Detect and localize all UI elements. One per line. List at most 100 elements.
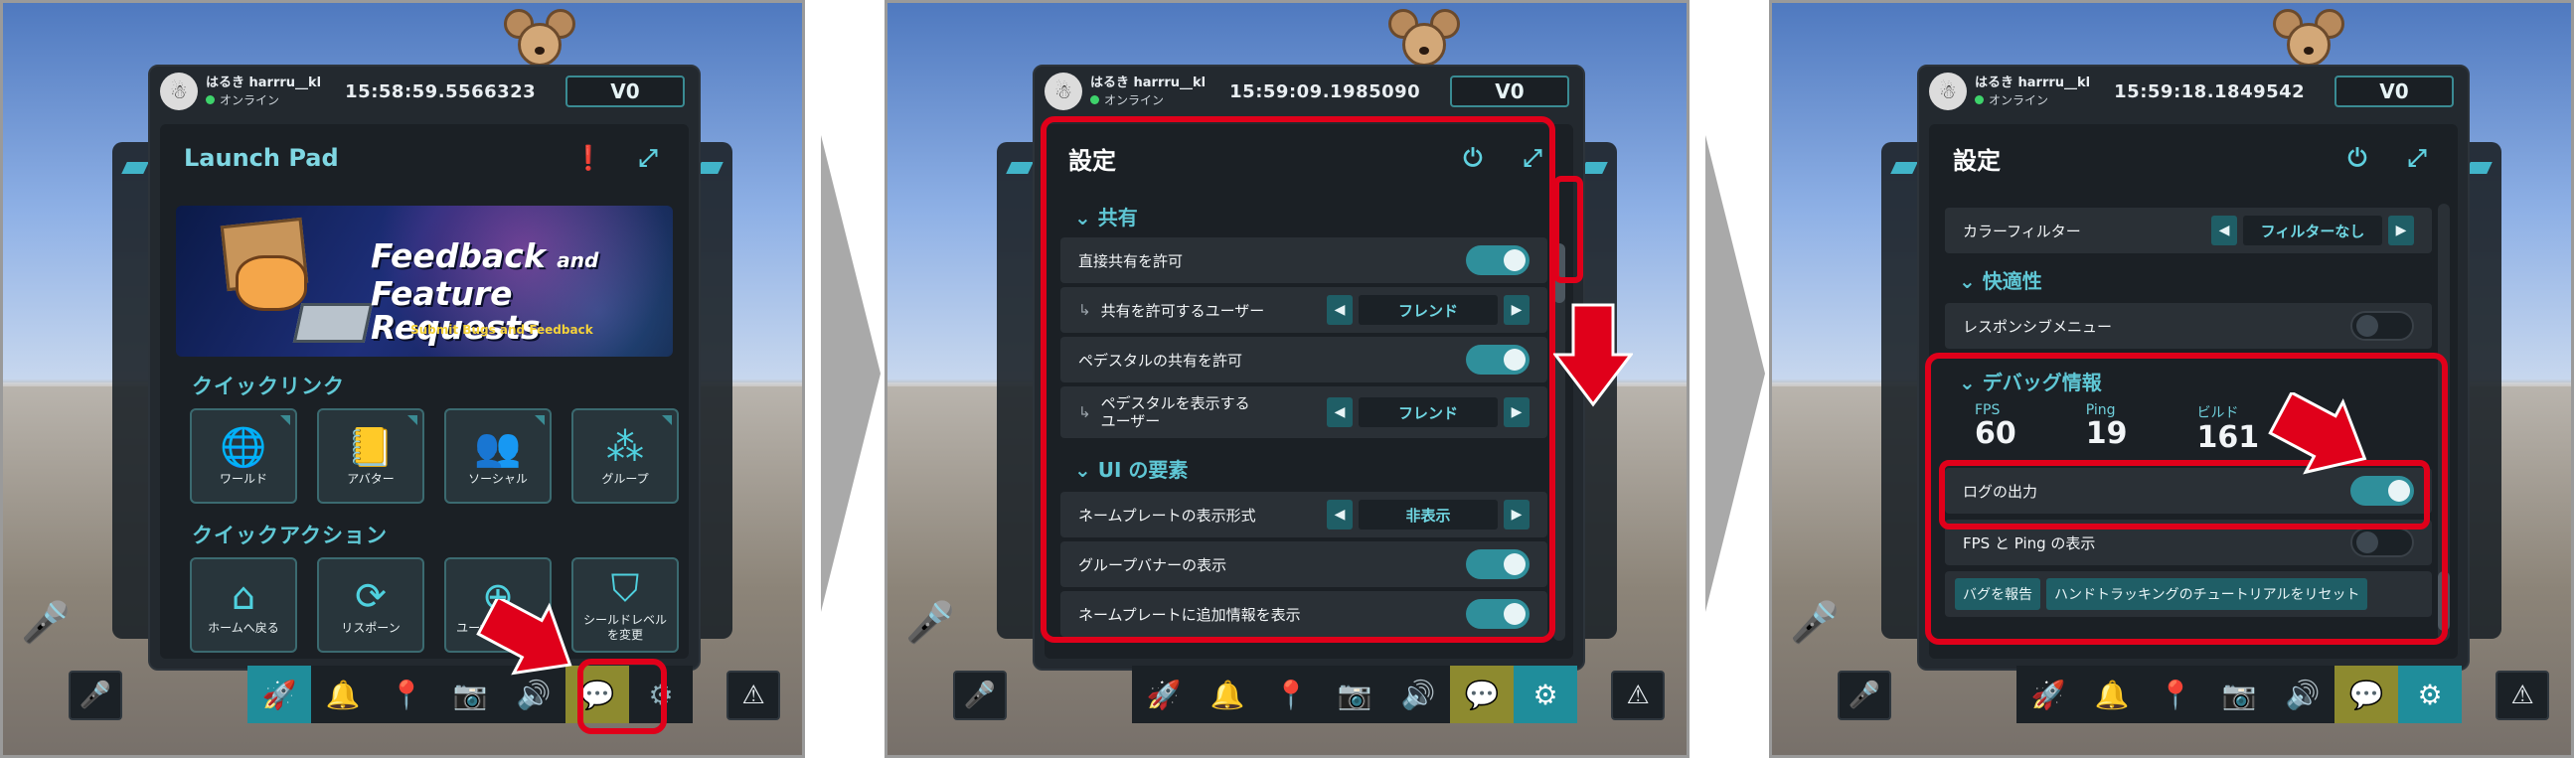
clock: 15:58:59.5566323 xyxy=(345,80,537,102)
user-status: オンライン xyxy=(1104,92,1165,107)
people-icon: 👥 xyxy=(474,424,522,469)
banner-line1: Feedback xyxy=(371,236,546,275)
step-chevron-1 xyxy=(821,135,881,612)
highlight-settings-panel xyxy=(1041,116,1555,643)
tile-worlds[interactable]: 🌐 ワールド xyxy=(190,408,297,504)
speaker-icon[interactable]: 🔊 xyxy=(1386,666,1450,723)
avatar[interactable]: ☃ xyxy=(160,73,198,110)
user-bar: ☃ はるき harrru__kl オンライン 15:59:18.1849542 … xyxy=(1919,67,2468,116)
tile-shield[interactable]: ⛉ シールドレベル を変更 xyxy=(571,557,679,653)
currency-badge[interactable]: V0 xyxy=(565,76,685,107)
rocket-icon[interactable]: 🚀 xyxy=(1132,666,1196,723)
camera-icon[interactable]: 📷 xyxy=(1323,666,1386,723)
user-name: はるき harrru__kl xyxy=(1090,75,1207,90)
tile-respawn[interactable]: ⟳ リスポーン xyxy=(317,557,424,653)
arrow-to-settings-icon xyxy=(476,599,572,676)
clock: 15:59:18.1849542 xyxy=(2114,80,2306,102)
tile-avatars[interactable]: 📒 アバター xyxy=(317,408,424,504)
currency-badge[interactable]: V0 xyxy=(1450,76,1569,107)
selector-value: フィルターなし xyxy=(2243,216,2382,245)
gear-icon[interactable]: ⚙ xyxy=(2398,666,2462,723)
group-nodes-icon: ⁂ xyxy=(606,424,644,469)
cat-illustration-icon xyxy=(202,217,374,357)
globe-icon: 🌐 xyxy=(220,424,267,469)
currency-badge[interactable]: V0 xyxy=(2334,76,2454,107)
chat-icon[interactable]: 💬 xyxy=(2334,666,2398,723)
stage-settings-share: ☃ はるき harrru__kl オンライン 15:59:09.1985090 … xyxy=(885,0,1690,758)
warning-icon[interactable]: ⚠ xyxy=(2496,671,2549,720)
stage-settings-debug: ☃ はるき harrru__kl オンライン 15:59:18.1849542 … xyxy=(1769,0,2574,758)
step-chevron-2 xyxy=(1705,135,1765,612)
avatar[interactable]: ☃ xyxy=(1045,73,1082,110)
launch-pad-content: Launch Pad ❗ ⤢ Feedback and Feature Reque… xyxy=(160,124,689,659)
mouse-mascot xyxy=(504,9,575,71)
setting-color-filter: カラーフィルター ◀ フィルターなし ▶ xyxy=(1945,208,2432,253)
avatar-book-icon: 📒 xyxy=(347,424,395,469)
page-title: 設定 xyxy=(1953,146,2001,175)
bell-icon[interactable]: 🔔 xyxy=(1196,666,1259,723)
setting-responsive-menu: レスポンシブメニュー xyxy=(1945,303,2432,349)
gear-icon[interactable]: ⚙ xyxy=(1514,666,1577,723)
speaker-icon[interactable]: 🔊 xyxy=(2271,666,2334,723)
mic-muted-float-icon: 🎤 xyxy=(1790,600,1840,646)
online-dot xyxy=(206,94,215,104)
banner-and: and xyxy=(557,248,599,272)
user-status: オンライン xyxy=(220,92,280,107)
user-status: オンライン xyxy=(1989,92,2049,107)
arrow-to-log-toggle-icon xyxy=(2268,392,2367,475)
user-name: はるき harrru__kl xyxy=(1975,75,2091,90)
mic-muted-float-icon: 🎤 xyxy=(21,600,71,646)
bell-icon[interactable]: 🔔 xyxy=(311,666,375,723)
rocket-icon[interactable]: 🚀 xyxy=(247,666,311,723)
mic-muted-icon[interactable]: 🎤 xyxy=(1838,671,1891,720)
home-icon: ⌂ xyxy=(231,573,256,618)
exclamation-icon[interactable]: ❗ xyxy=(571,142,605,174)
expand-icon[interactable]: ⤢ xyxy=(2400,142,2434,174)
online-dot xyxy=(1975,94,1984,104)
respawn-icon: ⟳ xyxy=(355,573,387,618)
tile-social[interactable]: 👥 ソーシャル xyxy=(444,408,552,504)
rocket-icon[interactable]: 🚀 xyxy=(2016,666,2080,723)
user-name: はるき harrru__kl xyxy=(206,75,322,90)
online-dot xyxy=(1090,94,1099,104)
quick-actions: ⌂ホームへ戻る ⟳リスポーン ⊕ユーザーを選択 ⛉シールドレベル を変更 xyxy=(190,557,679,653)
warning-icon[interactable]: ⚠ xyxy=(726,671,780,720)
highlight-scrollbar xyxy=(1553,176,1583,283)
dock: 🚀 🔔 📍 📷 🔊 💬 ⚙ xyxy=(1961,663,2517,726)
expand-icon[interactable]: ⤢ xyxy=(631,142,665,174)
banner-subtitle: Submit Bugs and Feedback xyxy=(410,323,593,337)
mouse-mascot xyxy=(2273,9,2344,71)
user-bar: ☃ はるき harrru__kl オンライン 15:59:09.1985090 … xyxy=(1035,67,1583,116)
menu-panel: ☃ はるき harrru__kl オンライン 15:58:59.5566323 … xyxy=(148,65,701,671)
arrow-scroll-down-icon xyxy=(1553,303,1633,407)
group-header-comfort[interactable]: ⌄ 快適性 xyxy=(1959,265,2042,294)
warning-icon[interactable]: ⚠ xyxy=(1611,671,1665,720)
mic-muted-float-icon: 🎤 xyxy=(905,600,955,646)
toggle-responsive-menu[interactable] xyxy=(2350,311,2414,341)
mic-muted-icon[interactable]: 🎤 xyxy=(953,671,1007,720)
camera-icon[interactable]: 📷 xyxy=(2207,666,2271,723)
tile-groups[interactable]: ⁂ グループ xyxy=(571,408,679,504)
shield-icon: ⛉ xyxy=(610,566,640,610)
location-pin-icon[interactable]: 📍 xyxy=(2144,666,2207,723)
page-title: Launch Pad xyxy=(184,144,339,172)
location-pin-icon[interactable]: 📍 xyxy=(1259,666,1323,723)
mouse-mascot xyxy=(1388,9,1460,71)
feedback-banner[interactable]: Feedback and Feature Requests Submit Bugs… xyxy=(176,206,673,357)
next-arrow-icon[interactable]: ▶ xyxy=(2388,216,2414,245)
avatar[interactable]: ☃ xyxy=(1929,73,1967,110)
quick-actions-header: クイックアクション xyxy=(192,524,388,547)
tile-home[interactable]: ⌂ ホームへ戻る xyxy=(190,557,297,653)
clock: 15:59:09.1985090 xyxy=(1229,80,1421,102)
bell-icon[interactable]: 🔔 xyxy=(2080,666,2144,723)
highlight-settings-button xyxy=(577,659,667,734)
location-pin-icon[interactable]: 📍 xyxy=(375,666,438,723)
quick-links: 🌐 ワールド 📒 アバター 👥 ソーシャル ⁂ グループ xyxy=(190,408,679,504)
power-icon[interactable]: ⏻ xyxy=(2340,142,2374,174)
stage-launch-pad: ☃ はるき harrru__kl オンライン 15:58:59.5566323 … xyxy=(0,0,805,758)
user-bar: ☃ はるき harrru__kl オンライン 15:58:59.5566323 … xyxy=(150,67,699,116)
dock: 🚀 🔔 📍 📷 🔊 💬 ⚙ xyxy=(1076,663,1633,726)
mic-muted-icon[interactable]: 🎤 xyxy=(69,671,122,720)
prev-arrow-icon[interactable]: ◀ xyxy=(2211,216,2237,245)
chat-icon[interactable]: 💬 xyxy=(1450,666,1514,723)
